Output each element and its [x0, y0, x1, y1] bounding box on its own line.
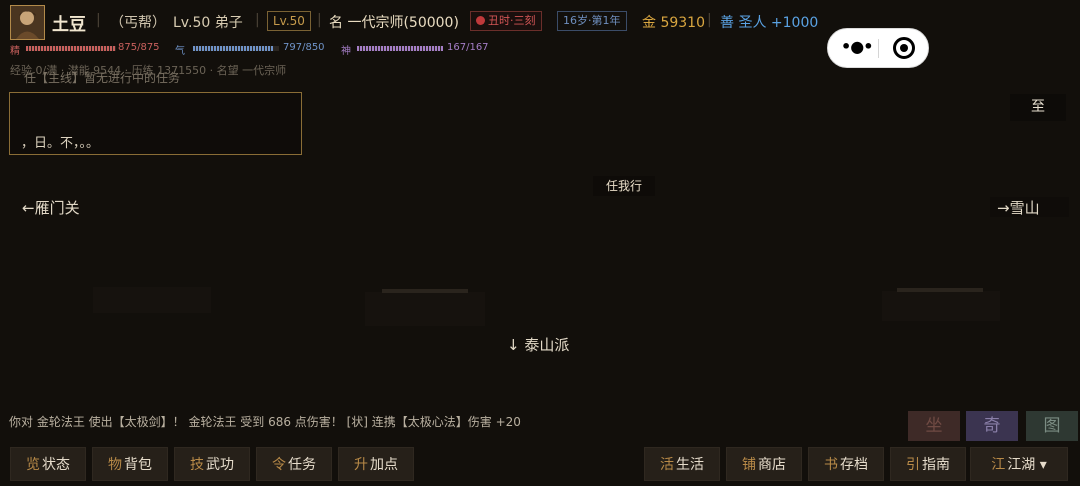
bag-prefix: 物 [108, 457, 122, 473]
combat-log: 你对 金轮法王 使出【太极剑】！ 金轮法王 受到 686 点伤害！ [状] 连携… [9, 415, 521, 429]
life-prefix: 活 [660, 457, 674, 473]
jianghu-prefix: 江 [991, 457, 1006, 473]
separator: | [317, 12, 322, 28]
guide-button[interactable]: 引指南 [890, 447, 966, 481]
points-prefix: 升 [354, 457, 368, 473]
jing-value: 875/875 [118, 42, 160, 53]
top-right-button[interactable]: 至 [1010, 94, 1066, 121]
jianghu-label: 江湖 ▾ [1007, 457, 1047, 473]
scene-shadow [882, 291, 1000, 321]
shop-button[interactable]: 铺商店 [726, 447, 802, 481]
points-label: 加点 [370, 457, 398, 473]
status-button[interactable]: 览状态 [10, 447, 86, 481]
status-label: 状态 [42, 457, 70, 473]
shen-label: 神 [341, 46, 351, 57]
skills-label: 武功 [206, 457, 234, 473]
tile-label: 奇 [983, 416, 1001, 436]
guide-prefix: 引 [906, 457, 920, 473]
tile-label: 坐 [925, 416, 943, 436]
scene-shadow [365, 292, 485, 326]
qi-value: 797/850 [283, 42, 325, 53]
age-badge: 16岁·第1年 [557, 11, 627, 31]
exit-south[interactable]: ↓ 泰山派 [507, 334, 569, 355]
miniprogram-capsule: •●• [827, 28, 929, 68]
shop-prefix: 铺 [742, 457, 756, 473]
jing-fill [26, 46, 116, 51]
jianghu-dropdown[interactable]: 江江湖 ▾ [970, 447, 1068, 481]
quest-line[interactable]: 任【主线】暂无进行中的任务 [24, 69, 180, 86]
map-button[interactable]: 图 [1026, 411, 1078, 441]
player-sect: （丐帮） [110, 15, 166, 31]
points-button[interactable]: 升加点 [338, 447, 414, 481]
jing-label: 精 [10, 46, 20, 57]
skills-button[interactable]: 技武功 [174, 447, 250, 481]
scene-shadow [897, 288, 983, 292]
reputation-rank: 名 一代宗师(50000) [329, 15, 459, 31]
time-badge: 丑时·三刻 [470, 11, 542, 31]
separator: | [255, 12, 260, 28]
exit-west[interactable]: ←雁门关 [22, 197, 80, 218]
quests-button[interactable]: 令任务 [256, 447, 332, 481]
more-icon[interactable]: •●• [841, 37, 873, 56]
life-label: 生活 [676, 457, 704, 473]
player-name: 土豆 [52, 15, 86, 35]
guide-label: 指南 [922, 457, 950, 473]
time-dot-icon [476, 16, 485, 25]
capsule-divider [878, 39, 879, 58]
shop-label: 商店 [758, 457, 786, 473]
gold-amount: 金 59310 [642, 15, 705, 31]
separator: | [96, 12, 101, 28]
karma-value: 善 圣人 +1000 [720, 15, 819, 31]
quests-label: 任务 [288, 457, 316, 473]
time-text: 丑时·三刻 [488, 14, 536, 27]
shen-value: 167/167 [447, 42, 489, 53]
bag-label: 背包 [124, 457, 152, 473]
qi-fill [193, 46, 274, 51]
save-prefix: 书 [824, 457, 838, 473]
scene-shadow [382, 289, 468, 293]
status-prefix: 览 [26, 457, 40, 473]
skills-prefix: 技 [190, 457, 204, 473]
quests-prefix: 令 [272, 457, 286, 473]
meditate-button[interactable]: 坐 [908, 411, 960, 441]
player-level: Lv.50 弟子 [173, 15, 243, 31]
bag-button[interactable]: 物背包 [92, 447, 168, 481]
scene-shadow [93, 287, 211, 313]
avatar[interactable] [10, 5, 45, 40]
separator: | [707, 12, 712, 28]
message-panel: ，日。不，。。 [9, 92, 302, 155]
panel-text: ，日。不，。。 [21, 136, 100, 151]
qi-label: 气 [175, 46, 185, 57]
close-icon[interactable] [893, 37, 915, 59]
level-badge: Lv.50 [267, 11, 311, 31]
save-label: 存档 [840, 457, 868, 473]
npc-button[interactable]: 任我行 [593, 176, 655, 196]
shen-fill [357, 46, 443, 51]
tile-label: 图 [1043, 416, 1061, 436]
save-button[interactable]: 书存档 [808, 447, 884, 481]
adventure-button[interactable]: 奇 [966, 411, 1018, 441]
exit-east[interactable]: →雪山 [990, 197, 1069, 217]
life-button[interactable]: 活生活 [644, 447, 720, 481]
